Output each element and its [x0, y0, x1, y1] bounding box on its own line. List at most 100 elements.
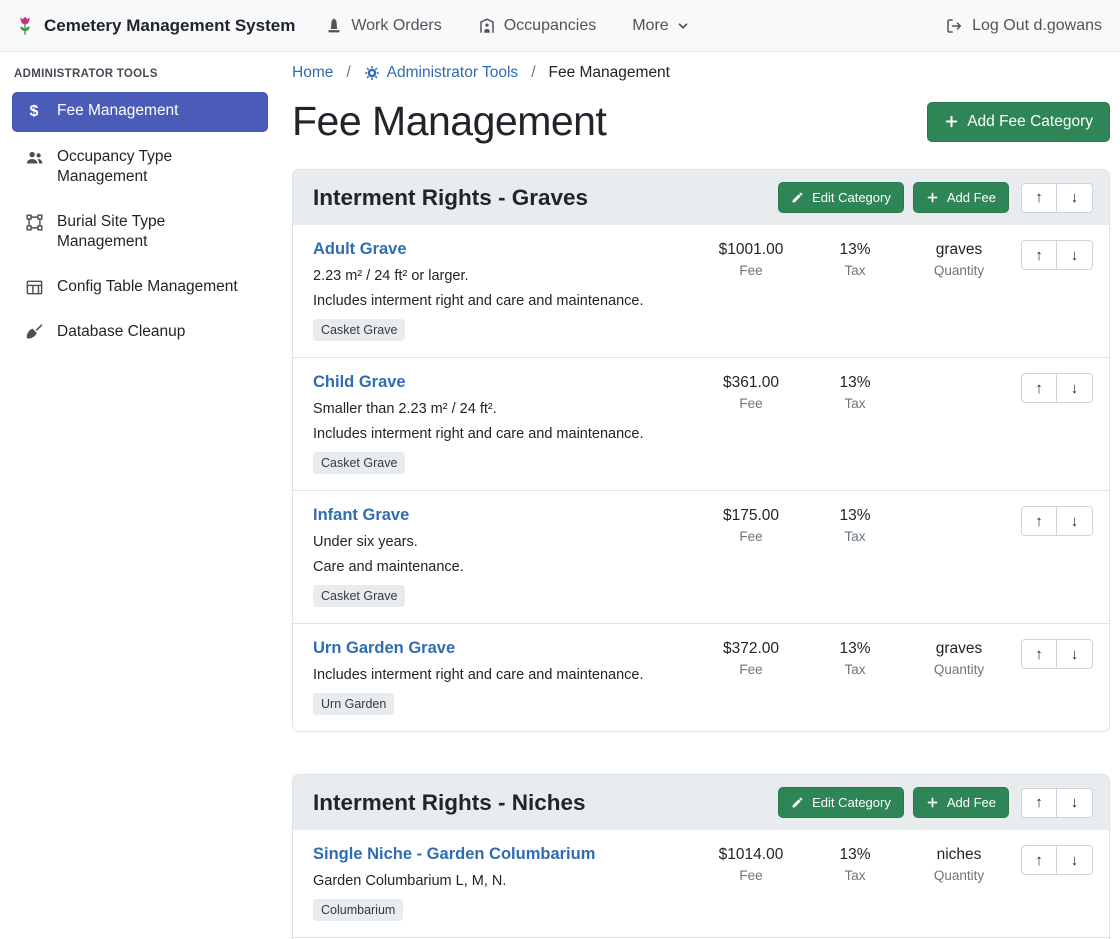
nav-occupancies[interactable]: Occupancies [478, 17, 597, 35]
move-fee-up-button[interactable]: ↑ [1021, 506, 1057, 536]
fee-row-single-niche-garden-columbarium: Single Niche - Garden ColumbariumGarden … [293, 830, 1109, 937]
fee-amount-col: $1014.00Fee [699, 845, 803, 883]
nav-more[interactable]: More [632, 17, 688, 35]
category-header: Interment Rights - NichesEdit CategoryAd… [293, 775, 1109, 830]
edit-category-button[interactable]: Edit Category [778, 182, 904, 213]
fee-info: Urn Garden GraveIncludes interment right… [313, 639, 699, 715]
app-brand: Cemetery Management System [14, 15, 295, 37]
add-fee-category-button[interactable]: Add Fee Category [927, 102, 1110, 142]
fee-name-link[interactable]: Urn Garden Grave [313, 639, 455, 658]
fee-amount-col: $361.00Fee [699, 373, 803, 411]
logout-button[interactable]: Log Out d.gowans [945, 17, 1102, 35]
fee-reorder-controls: ↑↓ [1021, 506, 1093, 536]
breadcrumb-home[interactable]: Home [292, 64, 333, 82]
fee-amount-col: $372.00Fee [699, 639, 803, 677]
fee-amount-label: Fee [699, 263, 803, 278]
main-nav: Work Orders Occupancies More [325, 17, 945, 35]
sidebar-item-burial-site-type-management[interactable]: Burial Site Type Management [12, 203, 268, 262]
fee-row-urn-garden-grave: Urn Garden GraveIncludes interment right… [293, 623, 1109, 731]
add-fee-label: Add Fee [947, 190, 996, 205]
fee-row-child-grave: Child GraveSmaller than 2.23 m² / 24 ft²… [293, 357, 1109, 490]
tulip-logo-icon [14, 15, 36, 37]
move-category-up-button[interactable]: ↑ [1021, 183, 1057, 213]
sidebar-item-fee-management[interactable]: $Fee Management [12, 92, 268, 132]
add-fee-category-label: Add Fee Category [967, 113, 1093, 131]
sidebar: Administrator Tools $Fee Management Occup… [0, 52, 280, 358]
fee-quantity-col: gravesQuantity [907, 240, 1011, 278]
move-category-down-button[interactable]: ↓ [1057, 788, 1093, 818]
fee-tax: 13% [803, 241, 907, 259]
fee-type-badge: Urn Garden [313, 693, 394, 715]
fee-amount: $175.00 [699, 507, 803, 525]
move-category-down-button[interactable]: ↓ [1057, 183, 1093, 213]
breadcrumb-separator: / [346, 64, 350, 82]
main-content: Home / Administrator Tools / Fee Managem… [280, 52, 1120, 939]
monument-icon [325, 17, 343, 35]
fee-description: 2.23 m² / 24 ft² or larger. [313, 268, 687, 284]
fee-info: Child GraveSmaller than 2.23 m² / 24 ft²… [313, 373, 699, 474]
add-fee-button[interactable]: Add Fee [913, 787, 1009, 818]
fee-quantity: graves [907, 241, 1011, 259]
add-fee-label: Add Fee [947, 795, 996, 810]
move-fee-up-button[interactable]: ↑ [1021, 240, 1057, 270]
fee-name-link[interactable]: Adult Grave [313, 240, 407, 259]
move-fee-up-button[interactable]: ↑ [1021, 373, 1057, 403]
fee-quantity-col: nichesQuantity [907, 845, 1011, 883]
breadcrumb-current: Fee Management [549, 64, 671, 82]
edit-category-button[interactable]: Edit Category [778, 787, 904, 818]
logout-label: Log Out d.gowans [972, 17, 1102, 35]
sidebar-heading: Administrator Tools [12, 64, 268, 92]
fee-quantity-label: Quantity [907, 868, 1011, 883]
arrow-up-icon: ↑ [1035, 646, 1043, 663]
fee-amount-label: Fee [699, 868, 803, 883]
fee-name-link[interactable]: Single Niche - Garden Columbarium [313, 845, 595, 864]
sidebar-item-database-cleanup[interactable]: Database Cleanup [12, 313, 268, 352]
fee-name-link[interactable]: Child Grave [313, 373, 406, 392]
move-fee-down-button[interactable]: ↓ [1057, 506, 1093, 536]
top-navbar: Cemetery Management System Work Orders O… [0, 0, 1120, 52]
fee-category-card-interment-rights-niches: Interment Rights - NichesEdit CategoryAd… [292, 774, 1110, 939]
arrow-down-icon: ↓ [1071, 247, 1079, 264]
pencil-icon [791, 796, 804, 809]
plus-icon [926, 796, 939, 809]
edit-category-label: Edit Category [812, 190, 891, 205]
move-fee-up-button[interactable]: ↑ [1021, 639, 1057, 669]
move-fee-down-button[interactable]: ↓ [1057, 373, 1093, 403]
move-fee-up-button[interactable]: ↑ [1021, 845, 1057, 875]
nav-work-orders[interactable]: Work Orders [325, 17, 441, 35]
fee-reorder-controls: ↑↓ [1021, 845, 1093, 875]
breadcrumb: Home / Administrator Tools / Fee Managem… [292, 52, 1110, 82]
arrow-down-icon: ↓ [1071, 852, 1079, 869]
add-fee-button[interactable]: Add Fee [913, 182, 1009, 213]
move-category-up-button[interactable]: ↑ [1021, 788, 1057, 818]
fee-type-badge: Casket Grave [313, 452, 405, 474]
fee-name-link[interactable]: Infant Grave [313, 506, 409, 525]
gear-icon [364, 65, 380, 81]
table-icon [24, 278, 44, 297]
fee-type-badge: Casket Grave [313, 319, 405, 341]
fee-tax: 13% [803, 507, 907, 525]
category-header: Interment Rights - GravesEdit CategoryAd… [293, 170, 1109, 225]
fee-amount-label: Fee [699, 529, 803, 544]
arrow-down-icon: ↓ [1071, 794, 1079, 811]
breadcrumb-admin-tools[interactable]: Administrator Tools [364, 64, 519, 82]
logout-icon [945, 17, 963, 35]
breadcrumb-separator: / [531, 64, 535, 82]
edit-category-label: Edit Category [812, 795, 891, 810]
chevron-down-icon [677, 20, 689, 32]
fee-type-badge: Casket Grave [313, 585, 405, 607]
fee-type-badge: Columbarium [313, 899, 403, 921]
fee-amount: $361.00 [699, 374, 803, 392]
sidebar-item-occupancy-type-management[interactable]: Occupancy Type Management [12, 138, 268, 197]
arrow-up-icon: ↑ [1035, 189, 1043, 206]
fee-info: Single Niche - Garden ColumbariumGarden … [313, 845, 699, 921]
arrow-down-icon: ↓ [1071, 646, 1079, 663]
move-fee-down-button[interactable]: ↓ [1057, 639, 1093, 669]
fee-quantity-col: gravesQuantity [907, 639, 1011, 677]
move-fee-down-button[interactable]: ↓ [1057, 845, 1093, 875]
sidebar-item-config-table-management[interactable]: Config Table Management [12, 268, 268, 307]
move-fee-down-button[interactable]: ↓ [1057, 240, 1093, 270]
sidebar-item-label: Config Table Management [57, 277, 238, 297]
plus-icon [944, 114, 959, 129]
sidebar-item-label: Occupancy Type Management [57, 147, 256, 187]
